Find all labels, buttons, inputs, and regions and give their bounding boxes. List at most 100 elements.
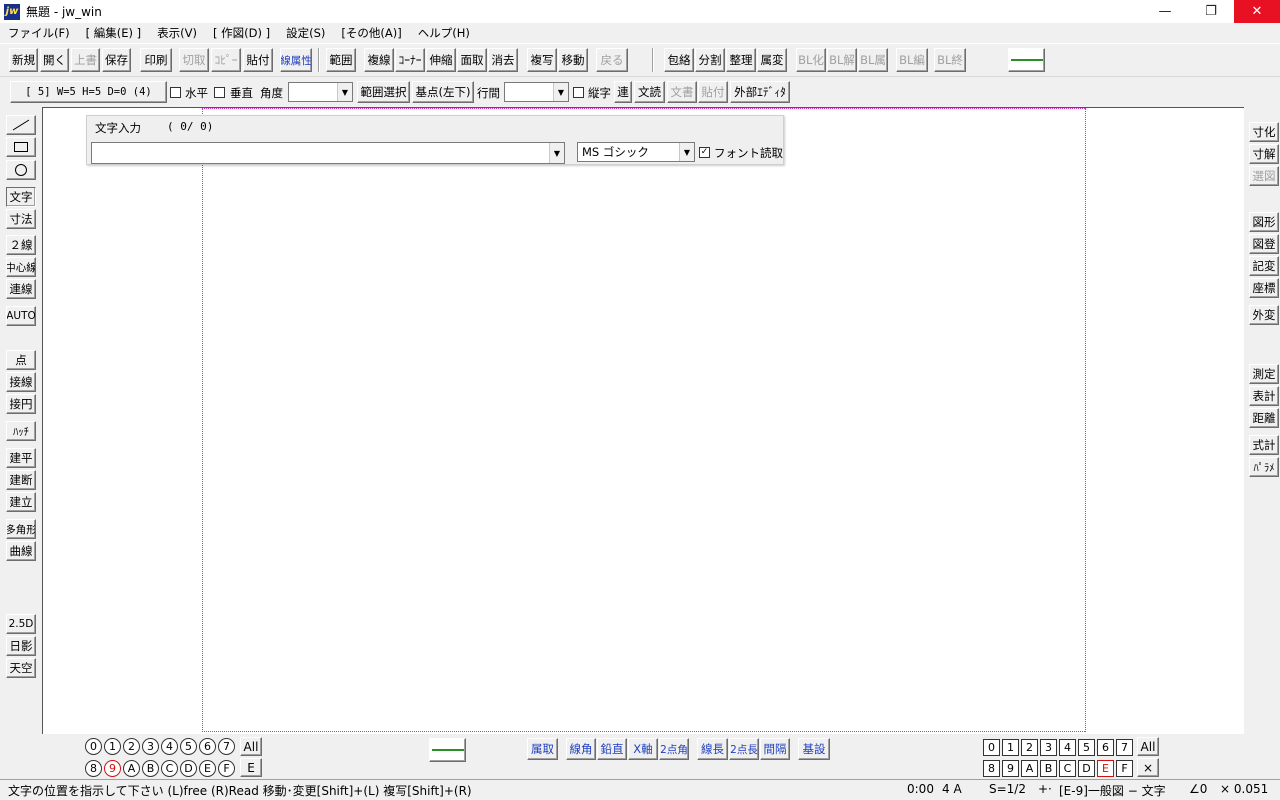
layer-button[interactable]: 0 [983,739,1000,756]
building-plan-tool-button[interactable]: 建平 [6,448,36,468]
new-button[interactable]: 新規 [9,48,38,72]
layer-group-button[interactable]: 0 [85,738,102,755]
layer-button[interactable]: 2 [1021,739,1038,756]
parametric-button[interactable]: ﾊﾟﾗﾒ [1249,457,1279,477]
layer-group-button[interactable]: B [142,760,159,777]
base-set-button[interactable]: 基設 [798,738,830,760]
layer-button[interactable]: C [1059,760,1076,777]
layer-button[interactable]: B [1040,760,1057,777]
tangent-circle-tool-button[interactable]: 接円 [6,394,36,414]
font-read-checkbox[interactable]: ✓ [699,147,710,158]
line-spacing-combo[interactable]: ▼ [504,82,569,102]
sun-shadow-tool-button[interactable]: 日影 [6,636,36,656]
vertical-button[interactable]: 鉛直 [597,738,627,760]
text-tool-button[interactable]: 文字 [6,187,36,207]
menu-other[interactable]: [その他(A)] [333,25,409,41]
building-section-tool-button[interactable]: 建断 [6,470,36,490]
line-attr-button[interactable]: 線属性 [280,48,312,72]
figure-button[interactable]: 図形 [1249,212,1279,232]
text-input-field[interactable]: ▼ [91,142,565,164]
continuous-line-tool-button[interactable]: 連線 [6,279,36,299]
layer-button[interactable]: D [1078,760,1095,777]
block-edit-button[interactable]: BL編 [896,48,928,72]
base-point-button[interactable]: 基点(左下) [412,81,474,103]
drawing-canvas[interactable] [42,107,1244,734]
layer-button[interactable]: 9 [1002,760,1019,777]
measure-button[interactable]: 測定 [1249,364,1279,384]
menu-file[interactable]: ファイル(F) [0,25,78,41]
layer-button[interactable]: 7 [1116,739,1133,756]
text-type-button[interactable]: [ 5] W=5 H=5 D=0 (4) [10,81,167,103]
layer-group-current-button[interactable]: E [240,758,262,777]
ren-button[interactable]: 連 [614,81,632,103]
block-release-button[interactable]: BL解 [827,48,857,72]
bottom-line-preview[interactable] [429,738,466,762]
symbol-change-button[interactable]: 記変 [1249,256,1279,276]
close-icon[interactable]: ✕ [1234,0,1280,23]
envelope-button[interactable]: 包絡 [664,48,694,72]
line-angle-button[interactable]: 線角 [566,738,596,760]
chevron-down-icon[interactable]: ▼ [337,83,352,101]
layer-button[interactable]: 5 [1078,739,1095,756]
horizontal-checkbox[interactable] [170,87,181,98]
table-calc-button[interactable]: 表計 [1249,386,1279,406]
layer-group-button[interactable]: 3 [142,738,159,755]
split-button[interactable]: 分割 [695,48,725,72]
layer-group-button[interactable]: 2 [123,738,140,755]
menu-view[interactable]: 表示(V) [149,25,205,41]
layer-button[interactable]: 4 [1059,739,1076,756]
dim-convert-button[interactable]: 寸化 [1249,122,1279,142]
cut-button[interactable]: 切取 [179,48,209,72]
status-zoom[interactable]: × 0.051 [1220,782,1268,796]
layer-group-button[interactable]: 4 [161,738,178,755]
layer-group-button[interactable]: 6 [199,738,216,755]
layer-group-button[interactable]: 5 [180,738,197,755]
duplicate-button[interactable]: 複写 [527,48,557,72]
tangent-line-tool-button[interactable]: 接線 [6,372,36,392]
center-line-tool-button[interactable]: 中心線 [6,257,36,277]
arrange-button[interactable]: 整理 [726,48,756,72]
menu-draw[interactable]: [ 作図(D) ] [205,25,278,41]
menu-settings[interactable]: 設定(S) [278,25,333,41]
tategaki-checkbox[interactable] [573,87,584,98]
two-point-angle-button[interactable]: 2点角 [659,738,689,760]
layer-group-button[interactable]: F [218,760,235,777]
figure-register-button[interactable]: 図登 [1249,234,1279,254]
polygon-tool-button[interactable]: 多角形 [6,519,36,539]
external-editor-button[interactable]: 外部ｴﾃﾞｨﾀ [730,81,790,103]
offset-line-button[interactable]: 複線 [364,48,394,72]
layer-group-button[interactable]: 8 [85,760,102,777]
layer-all-button[interactable]: All [1137,737,1159,756]
line-tool-icon[interactable] [6,115,36,135]
layer-group-button[interactable]: E [199,760,216,777]
range-button[interactable]: 範囲 [326,48,356,72]
layer-group-button[interactable]: D [180,760,197,777]
layer-button[interactable]: E [1097,760,1114,777]
doc-button[interactable]: 文書 [667,81,697,103]
layer-group-button[interactable]: 9 [104,760,121,777]
chevron-down-icon[interactable]: ▼ [679,143,694,161]
chevron-down-icon[interactable]: ▼ [549,143,564,163]
distance-button[interactable]: 距離 [1249,408,1279,428]
dimension-tool-button[interactable]: 寸法 [6,209,36,229]
2-5d-tool-button[interactable]: 2.5D [6,614,36,634]
layer-group-all-button[interactable]: All [240,737,262,756]
external-change-button[interactable]: 外変 [1249,305,1279,325]
layer-button[interactable]: 3 [1040,739,1057,756]
layer-button[interactable]: 1 [1002,739,1019,756]
attr-pick-button[interactable]: 属取 [527,738,558,760]
print-button[interactable]: 印刷 [140,48,172,72]
rectangle-tool-icon[interactable] [6,137,36,157]
status-paper[interactable]: 4 A [942,782,962,796]
vertical-checkbox[interactable] [214,87,225,98]
range-select-button[interactable]: 範囲選択 [357,81,410,103]
erase-button[interactable]: 消去 [488,48,518,72]
corner-button[interactable]: ｺｰﾅｰ [395,48,425,72]
spacing-button[interactable]: 間隔 [760,738,790,760]
menu-edit[interactable]: [ 編集(E) ] [78,25,150,41]
block-create-button[interactable]: BL化 [796,48,826,72]
status-layer[interactable]: [E-9]一般図 − 文字 [1059,782,1166,799]
status-scale[interactable]: S=1/2 [989,782,1026,796]
block-end-button[interactable]: BL終 [934,48,966,72]
layer-button[interactable]: F [1116,760,1133,777]
